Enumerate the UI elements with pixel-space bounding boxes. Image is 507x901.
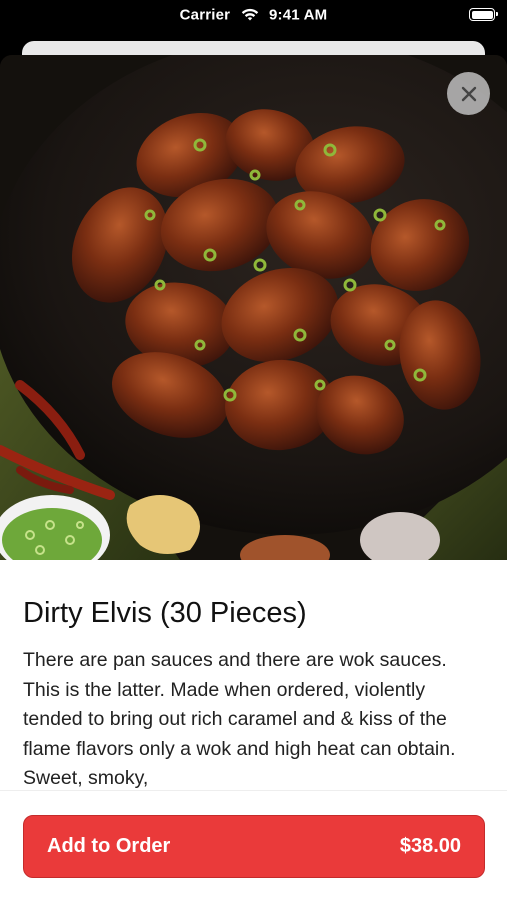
battery-full-icon (469, 8, 498, 21)
item-hero-image (0, 55, 507, 560)
item-title: Dirty Elvis (30 Pieces) (23, 597, 307, 629)
add-to-order-button[interactable]: Add to Order $38.00 (23, 815, 485, 878)
add-to-order-label: Add to Order (47, 835, 171, 857)
item-details-sheet: Dirty Elvis (30 Pieces) There are pan sa… (0, 560, 507, 901)
item-description: There are pan sauces and there are wok s… (23, 649, 456, 789)
close-icon (461, 86, 476, 101)
carrier-label: Carrier (179, 6, 231, 24)
status-bar: Carrier 9:41 AM (0, 0, 507, 32)
status-center: Carrier 9:41 AM (0, 6, 507, 24)
order-price: $38.00 (399, 835, 461, 857)
close-button[interactable] (447, 72, 490, 115)
wifi-icon (241, 8, 258, 21)
order-bar: Add to Order $38.00 (0, 790, 507, 901)
status-time: 9:41 AM (268, 6, 328, 24)
wings-in-wok-illustration (0, 55, 507, 560)
